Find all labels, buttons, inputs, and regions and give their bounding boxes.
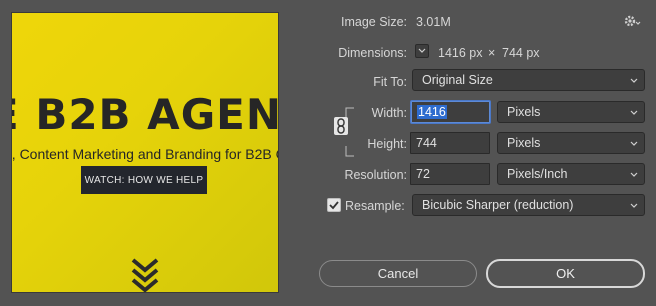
- resample-method-select[interactable]: Bicubic Sharper (reduction): [412, 194, 645, 216]
- preview-headline: E B2B AGEN: [11, 90, 279, 139]
- chevron-down-icon: [630, 141, 638, 146]
- chevron-down-icon: [630, 172, 638, 177]
- chevron-down-icon: [630, 203, 638, 208]
- dimensions-times: ×: [488, 46, 496, 60]
- fit-to-value: Original Size: [422, 73, 493, 87]
- resolution-unit-value: Pixels/Inch: [507, 167, 568, 181]
- gear-icon[interactable]: [624, 14, 642, 28]
- dimensions-label: Dimensions:: [338, 46, 407, 60]
- height-value: 744: [416, 136, 437, 150]
- height-unit-value: Pixels: [507, 136, 541, 150]
- width-unit-select[interactable]: Pixels: [497, 101, 645, 123]
- width-value: 1416: [417, 105, 447, 119]
- height-unit-select[interactable]: Pixels: [497, 132, 645, 154]
- height-label: Height:: [367, 137, 407, 151]
- height-input[interactable]: 744: [410, 132, 490, 154]
- double-chevron-down-icon: [131, 258, 159, 292]
- fit-to-label: Fit To:: [373, 75, 407, 89]
- resolution-value: 72: [416, 167, 430, 181]
- ok-button[interactable]: OK: [486, 259, 645, 288]
- width-label: Width:: [371, 106, 407, 120]
- width-input[interactable]: 1416: [411, 101, 490, 123]
- chevron-down-icon: [630, 78, 638, 83]
- checkmark-icon: [329, 201, 339, 210]
- fit-to-select[interactable]: Original Size: [412, 69, 645, 91]
- width-unit-value: Pixels: [507, 105, 541, 119]
- resolution-input[interactable]: 72: [410, 163, 490, 185]
- chevron-down-icon: [418, 48, 426, 53]
- image-size-value: 3.01M: [416, 15, 451, 29]
- image-size-label: Image Size:: [340, 15, 407, 29]
- cancel-button[interactable]: Cancel: [319, 260, 477, 287]
- dimensions-width: 1416 px: [438, 46, 483, 60]
- resample-checkbox[interactable]: [327, 198, 341, 212]
- dimensions-height: 744 px: [502, 46, 540, 60]
- resolution-label: Resolution:: [344, 168, 407, 182]
- resolution-unit-select[interactable]: Pixels/Inch: [497, 163, 645, 185]
- image-preview[interactable]: E B2B AGEN n, Content Marketing and Bran…: [11, 12, 279, 293]
- resample-method-value: Bicubic Sharper (reduction): [422, 198, 574, 212]
- chevron-down-icon: [630, 110, 638, 115]
- dimensions-toggle[interactable]: [415, 44, 429, 58]
- preview-subline: n, Content Marketing and Branding for B2…: [11, 146, 279, 162]
- resample-label: Resample:: [345, 199, 405, 213]
- preview-watch-button: WATCH: HOW WE HELP: [81, 166, 207, 194]
